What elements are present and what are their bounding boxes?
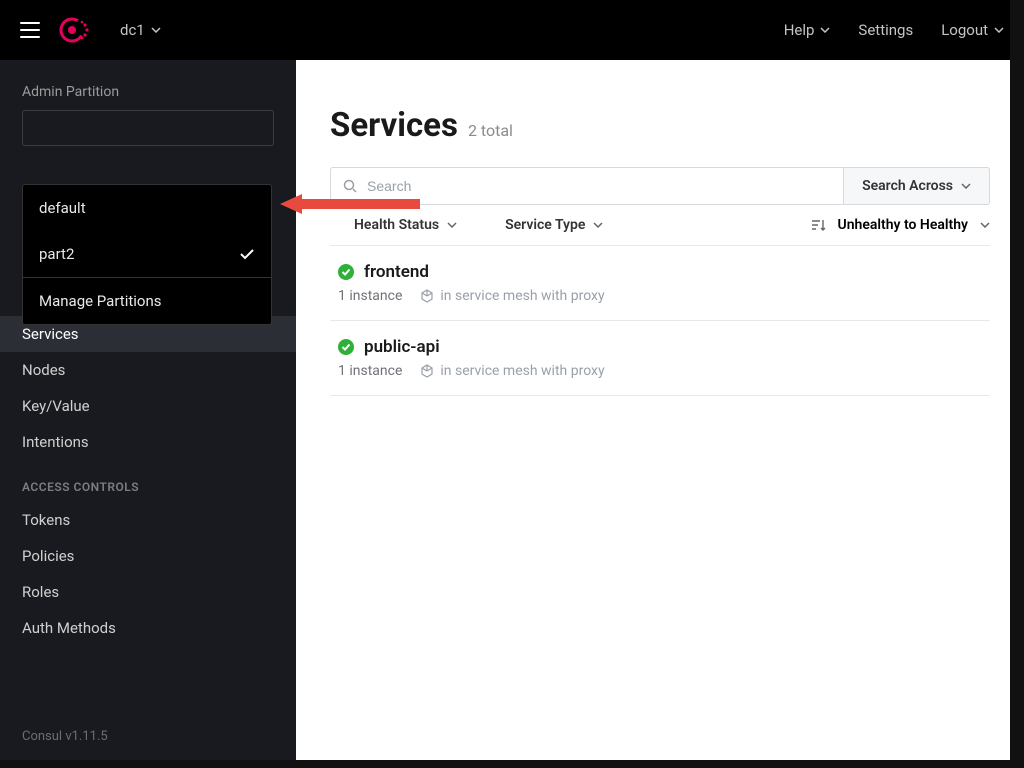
sidebar-item-authmethods[interactable]: Auth Methods — [0, 610, 296, 646]
filter-service-type[interactable]: Service Type — [505, 217, 603, 233]
chevron-down-icon — [151, 27, 161, 33]
datacenter-selector[interactable]: dc1 — [120, 21, 161, 39]
service-meta: 1 instance in service mesh with proxy — [338, 288, 982, 304]
main-content: Services 2 total Search Across Health St… — [296, 60, 1024, 768]
service-count: 2 total — [468, 121, 513, 140]
page-heading: Services — [330, 106, 458, 145]
checkmark-icon — [239, 248, 255, 260]
manage-partitions-link[interactable]: Manage Partitions — [23, 278, 271, 324]
sidebar-item-intentions[interactable]: Intentions — [0, 424, 296, 460]
service-head: frontend — [338, 262, 982, 282]
topbar-left: dc1 — [20, 14, 161, 46]
help-link[interactable]: Help — [784, 21, 831, 39]
frame-edge — [1010, 0, 1024, 768]
partition-label: Admin Partition — [0, 84, 296, 110]
consul-logo — [58, 14, 90, 46]
service-name: frontend — [364, 262, 429, 282]
chevron-down-icon — [593, 222, 603, 228]
sidebar-item-nodes[interactable]: Nodes — [0, 352, 296, 388]
sidebar-item-roles[interactable]: Roles — [0, 574, 296, 610]
version-label: Consul v1.11.5 — [22, 729, 108, 744]
partition-option-part2[interactable]: part2 — [23, 231, 271, 277]
filters-row: Health Status Service Type Unhealthy to … — [330, 205, 990, 246]
service-row[interactable]: frontend 1 instance in service mesh with… — [330, 246, 990, 321]
mesh-icon — [420, 364, 434, 378]
search-input[interactable] — [367, 178, 831, 194]
search-row: Search Across — [330, 167, 990, 205]
menu-icon[interactable] — [20, 22, 40, 38]
sidebar-item-keyvalue[interactable]: Key/Value — [0, 388, 296, 424]
sort-icon — [810, 218, 826, 232]
sidebar: Admin Partition default part2 Manage Par… — [0, 60, 296, 768]
service-name: public-api — [364, 337, 440, 357]
annotation-arrow-icon — [280, 192, 420, 216]
chevron-down-icon — [820, 27, 830, 33]
sidebar-item-policies[interactable]: Policies — [0, 538, 296, 574]
search-icon — [343, 179, 357, 193]
mesh-info: in service mesh with proxy — [420, 288, 604, 304]
topbar: dc1 Help Settings Logout — [0, 0, 1024, 60]
logout-link[interactable]: Logout — [941, 21, 1004, 39]
access-controls-header: ACCESS CONTROLS — [0, 460, 296, 502]
chevron-down-icon — [447, 222, 457, 228]
page-title: Services 2 total — [330, 106, 990, 145]
chevron-down-icon — [994, 27, 1004, 33]
nav-section: Services Nodes Key/Value Intentions ACCE… — [0, 316, 296, 646]
settings-link[interactable]: Settings — [858, 21, 913, 39]
status-healthy-icon — [338, 339, 354, 355]
instance-count: 1 instance — [338, 363, 402, 379]
status-healthy-icon — [338, 264, 354, 280]
service-row[interactable]: public-api 1 instance in service mesh wi… — [330, 321, 990, 396]
service-head: public-api — [338, 337, 982, 357]
instance-count: 1 instance — [338, 288, 402, 304]
partition-dropdown: default part2 Manage Partitions — [22, 184, 272, 325]
partition-selector[interactable] — [22, 110, 274, 146]
frame-edge — [0, 760, 1024, 768]
filter-health-status[interactable]: Health Status — [354, 217, 457, 233]
partition-option-default[interactable]: default — [23, 185, 271, 231]
topbar-right: Help Settings Logout — [784, 21, 1004, 39]
sort-control[interactable]: Unhealthy to Healthy — [810, 217, 990, 233]
search-across-button[interactable]: Search Across — [844, 167, 990, 205]
chevron-down-icon — [961, 183, 971, 189]
sidebar-item-tokens[interactable]: Tokens — [0, 502, 296, 538]
service-meta: 1 instance in service mesh with proxy — [338, 363, 982, 379]
mesh-icon — [420, 289, 434, 303]
chevron-down-icon — [980, 222, 990, 228]
mesh-info: in service mesh with proxy — [420, 363, 604, 379]
datacenter-label: dc1 — [120, 21, 145, 39]
